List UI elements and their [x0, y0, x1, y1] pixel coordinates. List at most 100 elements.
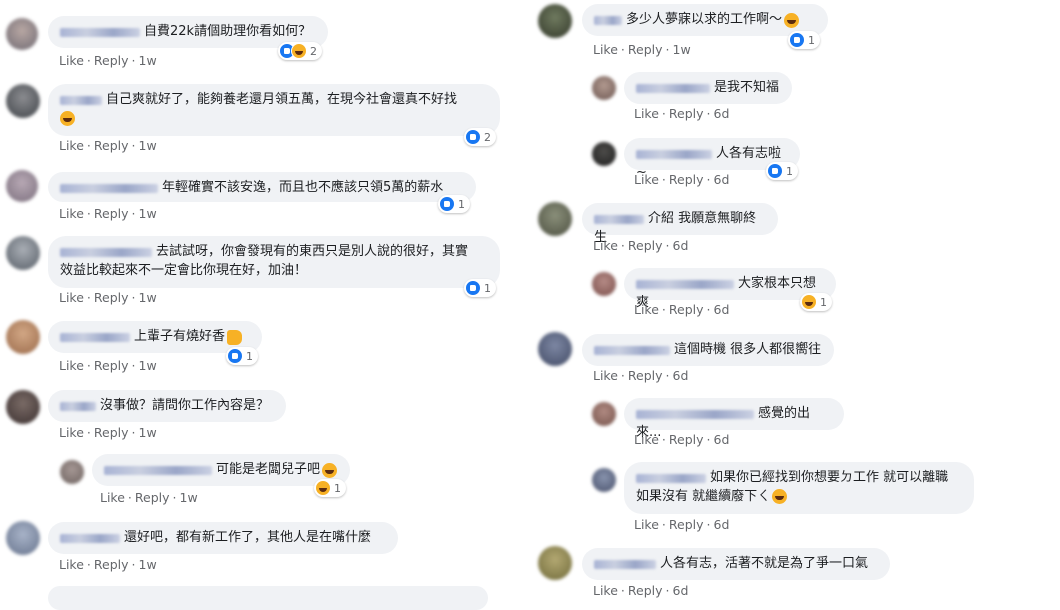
comment-actions: Like · Reply · 1w — [59, 425, 157, 440]
comment-actions: Like · Reply · 1w — [59, 206, 157, 221]
comment-bubble: 多少人夢寐以求的工作啊～ — [582, 4, 828, 36]
reply-link[interactable]: Reply — [94, 138, 129, 153]
avatar[interactable] — [6, 320, 40, 354]
like-link[interactable]: Like — [593, 368, 618, 383]
timestamp[interactable]: 1w — [673, 42, 691, 57]
like-link[interactable]: Like — [100, 490, 125, 505]
reply-link[interactable]: Reply — [94, 425, 129, 440]
comment-actions: Like · Reply · 6d — [593, 368, 689, 383]
like-link[interactable]: Like — [59, 290, 84, 305]
commenter-name[interactable] — [104, 465, 212, 475]
commenter-name[interactable] — [60, 533, 120, 543]
avatar[interactable] — [6, 18, 38, 50]
reaction-summary[interactable]: 1 — [800, 293, 832, 311]
reply-link[interactable]: Reply — [669, 517, 704, 532]
reaction-summary[interactable]: 2 — [464, 128, 496, 146]
reply-link[interactable]: Reply — [94, 358, 129, 373]
timestamp[interactable]: 1w — [180, 490, 198, 505]
commenter-name[interactable] — [636, 409, 754, 419]
reply-avatar[interactable] — [592, 272, 616, 296]
like-link[interactable]: Like — [634, 432, 659, 447]
comment-actions: Like · Reply · 1w — [59, 557, 157, 572]
commenter-name[interactable] — [60, 27, 140, 37]
timestamp[interactable]: 6d — [673, 238, 689, 253]
avatar[interactable] — [6, 390, 40, 424]
reaction-summary[interactable]: 1 — [438, 195, 470, 213]
avatar[interactable] — [6, 236, 40, 270]
commenter-name[interactable] — [636, 149, 712, 159]
timestamp[interactable]: 1w — [139, 358, 157, 373]
reply-link[interactable]: Reply — [628, 238, 663, 253]
reply-avatar[interactable] — [592, 76, 616, 100]
reply-avatar[interactable] — [592, 142, 616, 166]
commenter-name[interactable] — [60, 332, 130, 342]
timestamp[interactable]: 6d — [714, 106, 730, 121]
reply-link[interactable]: Reply — [94, 206, 129, 221]
like-link[interactable]: Like — [59, 557, 84, 572]
reaction-summary[interactable]: 2 — [278, 42, 322, 60]
avatar[interactable] — [6, 521, 40, 555]
reply-link[interactable]: Reply — [669, 172, 704, 187]
like-link[interactable]: Like — [634, 106, 659, 121]
like-link[interactable]: Like — [634, 517, 659, 532]
like-link[interactable]: Like — [593, 238, 618, 253]
timestamp[interactable]: 6d — [673, 368, 689, 383]
commenter-name[interactable] — [60, 95, 102, 105]
avatar[interactable] — [6, 84, 40, 118]
reply-avatar[interactable] — [60, 460, 84, 484]
reply-link[interactable]: Reply — [669, 106, 704, 121]
reply-link[interactable]: Reply — [669, 432, 704, 447]
comment-actions: Like · Reply · 1w — [59, 138, 157, 153]
reply-link[interactable]: Reply — [628, 42, 663, 57]
reply-avatar[interactable] — [592, 402, 616, 426]
commenter-name[interactable] — [60, 183, 158, 193]
reply-link[interactable]: Reply — [628, 368, 663, 383]
timestamp[interactable]: 6d — [714, 432, 730, 447]
commenter-name[interactable] — [594, 345, 670, 355]
avatar[interactable] — [538, 546, 572, 580]
reaction-summary[interactable]: 1 — [226, 347, 258, 365]
commenter-name[interactable] — [636, 473, 706, 483]
like-link[interactable]: Like — [59, 425, 84, 440]
like-link[interactable]: Like — [59, 138, 84, 153]
commenter-name[interactable] — [60, 401, 96, 411]
timestamp[interactable]: 6d — [714, 517, 730, 532]
timestamp[interactable]: 1w — [139, 290, 157, 305]
timestamp[interactable]: 1w — [139, 425, 157, 440]
avatar[interactable] — [538, 4, 572, 38]
reaction-summary[interactable]: 1 — [788, 31, 820, 49]
reply-link[interactable]: Reply — [94, 290, 129, 305]
laughing-emoji-icon — [784, 12, 800, 28]
commenter-name[interactable] — [60, 247, 152, 257]
timestamp[interactable]: 1w — [139, 138, 157, 153]
like-link[interactable]: Like — [59, 358, 84, 373]
commenter-name[interactable] — [636, 279, 734, 289]
reply-link[interactable]: Reply — [135, 490, 170, 505]
timestamp[interactable]: 1w — [139, 557, 157, 572]
like-link[interactable]: Like — [634, 172, 659, 187]
like-link[interactable]: Like — [59, 206, 84, 221]
reaction-summary[interactable]: 1 — [464, 279, 496, 297]
like-link[interactable]: Like — [634, 302, 659, 317]
timestamp[interactable]: 6d — [714, 302, 730, 317]
reply-avatar[interactable] — [592, 468, 616, 492]
avatar[interactable] — [538, 332, 572, 366]
reply-link[interactable]: Reply — [669, 302, 704, 317]
reaction-summary[interactable]: 1 — [766, 162, 798, 180]
comment-bubble: 人各有志，活著不就是為了爭一口氣 — [582, 548, 890, 580]
timestamp[interactable]: 1w — [139, 206, 157, 221]
reaction-summary[interactable]: 1 — [314, 479, 346, 497]
like-link[interactable]: Like — [593, 42, 618, 57]
avatar[interactable] — [6, 170, 38, 202]
commenter-name[interactable] — [594, 15, 622, 25]
timestamp[interactable]: 1w — [139, 53, 157, 68]
commenter-name[interactable] — [594, 214, 644, 224]
reply-link[interactable]: Reply — [94, 53, 129, 68]
reply-link[interactable]: Reply — [94, 557, 129, 572]
commenter-name[interactable] — [636, 83, 710, 93]
comment-text: 多少人夢寐以求的工作啊～ — [626, 12, 783, 27]
timestamp[interactable]: 6d — [714, 172, 730, 187]
avatar[interactable] — [538, 202, 572, 236]
like-link[interactable]: Like — [59, 53, 84, 68]
commenter-name[interactable] — [594, 559, 656, 569]
